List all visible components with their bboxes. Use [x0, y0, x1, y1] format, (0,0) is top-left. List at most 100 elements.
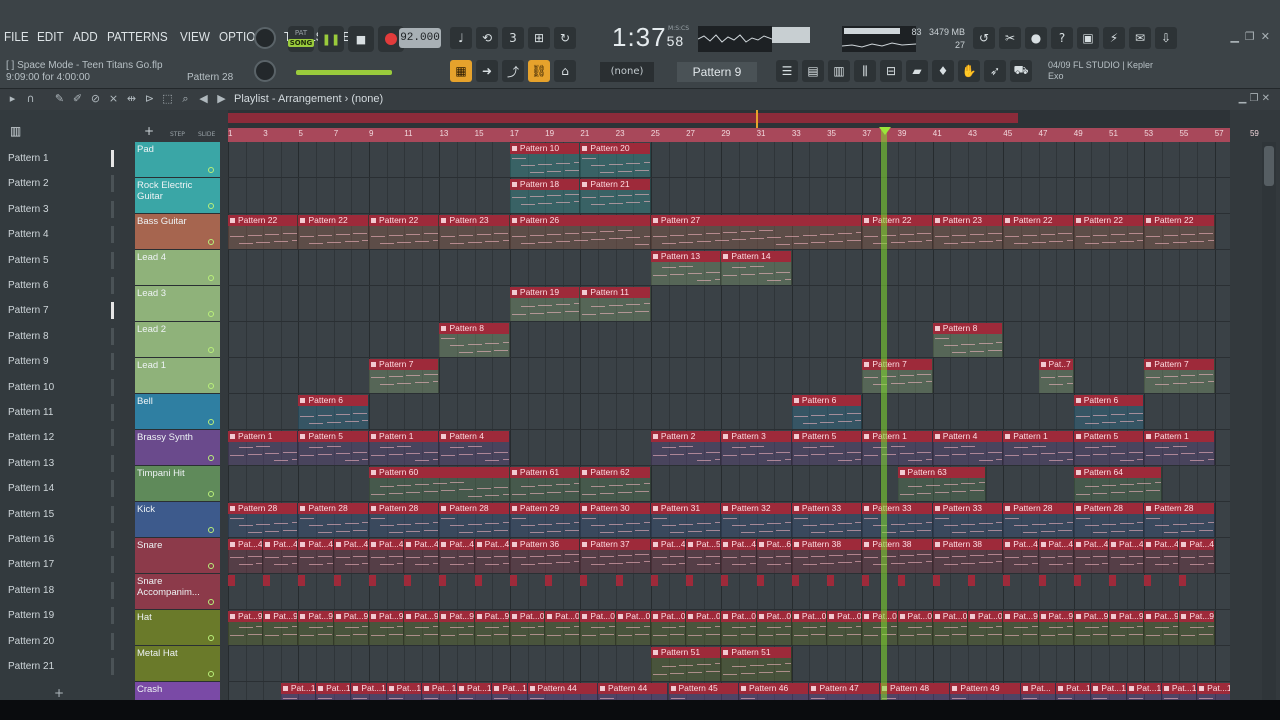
- tempo-display[interactable]: 92.000: [399, 28, 441, 48]
- playlist-minimize-icon[interactable]: ▁: [1239, 93, 1247, 104]
- playlist-clip[interactable]: Pat...1: [316, 683, 352, 700]
- playlist-clip[interactable]: Pat...0: [509, 611, 546, 645]
- vertical-scrollbar[interactable]: [1262, 142, 1276, 700]
- playlist-clip[interactable]: Pattern 44: [527, 683, 598, 700]
- playlist-clip[interactable]: Pattern 5: [1073, 431, 1145, 465]
- playlist-clip[interactable]: Pattern 23: [932, 215, 1004, 249]
- playlist-clip[interactable]: Pat...1: [492, 683, 528, 700]
- pattern-list-item[interactable]: Pattern 14: [4, 478, 114, 499]
- piano-icon[interactable]: ▥: [10, 124, 21, 138]
- pattern-list-item[interactable]: Pattern 7: [4, 300, 114, 321]
- playlist-clip[interactable]: Pattern 7: [368, 359, 440, 393]
- typing-keyboard-button[interactable]: ▦: [450, 60, 472, 82]
- playlist-clip[interactable]: Pat...0: [650, 611, 687, 645]
- link-button[interactable]: ⛓: [528, 60, 550, 82]
- delete-icon[interactable]: ⊘: [89, 92, 102, 106]
- minimize-icon[interactable]: ▁: [1230, 30, 1238, 43]
- track-mute-light[interactable]: [208, 347, 214, 353]
- playlist-clip[interactable]: Pat...9: [333, 611, 369, 645]
- playlist-clip[interactable]: Pattern 28: [1003, 503, 1074, 537]
- playlist-clip[interactable]: Pattern 51: [721, 647, 792, 681]
- track-mute-light[interactable]: [208, 203, 214, 209]
- track-mute-light[interactable]: [208, 275, 214, 281]
- pattern-selector[interactable]: Pattern 9: [677, 62, 757, 82]
- save-button[interactable]: ▣: [1077, 27, 1099, 49]
- edison-button[interactable]: ➶: [984, 60, 1006, 82]
- playlist-clip[interactable]: Pattern 33: [932, 503, 1004, 537]
- track-header[interactable]: Pad: [135, 142, 220, 178]
- playlist-clip[interactable]: Pattern 46: [738, 683, 810, 700]
- mute-icon[interactable]: ⨯: [107, 92, 120, 106]
- playlist-clip[interactable]: Pat...1: [1056, 683, 1092, 700]
- restore-icon[interactable]: ❐: [1245, 30, 1255, 43]
- pattern-list-item[interactable]: Pattern 4: [4, 224, 114, 245]
- playlist-clip[interactable]: Pat...9: [404, 611, 440, 645]
- track-header[interactable]: Lead 4: [135, 250, 220, 286]
- playlist-clip[interactable]: Pat...4: [368, 539, 405, 573]
- playlist-clip[interactable]: Pat...0: [897, 611, 933, 645]
- playlist-clip[interactable]: Pattern 28: [368, 503, 440, 537]
- add-track-icon[interactable]: +: [144, 124, 154, 138]
- playlist-clip[interactable]: Pat...9: [228, 611, 264, 645]
- magnet-icon[interactable]: ∩: [24, 92, 37, 106]
- playlist-clip[interactable]: Pat...1: [457, 683, 493, 700]
- menu-file[interactable]: FILE: [4, 29, 29, 44]
- playlist-clip[interactable]: Pattern 28: [1144, 503, 1215, 537]
- playlist-clip[interactable]: Pat...0: [686, 611, 722, 645]
- track-mute-light[interactable]: [208, 239, 214, 245]
- playlist-clip[interactable]: Pattern 22: [862, 215, 933, 249]
- playlist-clip[interactable]: Pattern 13: [650, 251, 722, 285]
- playlist-clip[interactable]: Pat...4: [1038, 539, 1074, 573]
- track-mute-light[interactable]: [208, 599, 214, 605]
- menu-view[interactable]: VIEW: [180, 29, 210, 44]
- playlist-clip[interactable]: Pattern 20: [580, 143, 651, 177]
- export-button[interactable]: ⇩: [1155, 27, 1177, 49]
- playlist-close-icon[interactable]: ✕: [1262, 93, 1270, 104]
- playlist-clip[interactable]: Pattern 36: [509, 539, 581, 573]
- playlist-clip[interactable]: Pattern 22: [228, 215, 299, 249]
- playlist-clip[interactable]: Pat...9: [263, 611, 299, 645]
- scroll-thumb[interactable]: [1264, 146, 1274, 186]
- menu-add[interactable]: ADD: [73, 29, 98, 44]
- playlist-clip[interactable]: Pattern 47: [809, 683, 880, 700]
- playlist-clip[interactable]: Pattern 1: [228, 431, 299, 465]
- playlist-clip[interactable]: Pat...1: [280, 683, 317, 700]
- chat-button[interactable]: ✉: [1129, 27, 1151, 49]
- track-mute-light[interactable]: [208, 455, 214, 461]
- pat-song-toggle[interactable]: PAT SONG: [288, 26, 314, 52]
- playlist-clip[interactable]: Pattern 11: [580, 287, 651, 321]
- pattern-list-item[interactable]: Pattern 20: [4, 631, 114, 652]
- playlist-clip[interactable]: Pat...1: [1091, 683, 1127, 700]
- pattern-list-item[interactable]: Pattern 5: [4, 250, 114, 271]
- play-arrow-button[interactable]: ➜: [476, 60, 498, 82]
- playlist-clip[interactable]: Pat...4: [650, 539, 687, 573]
- playlist-clip[interactable]: Pat...4: [298, 539, 334, 573]
- playlist-clip[interactable]: Pat...: [1020, 683, 1057, 700]
- pattern-list-item[interactable]: Pattern 1: [4, 148, 114, 169]
- track-header[interactable]: Bass Guitar: [135, 214, 220, 250]
- track-header[interactable]: Lead 2: [135, 322, 220, 358]
- slice-icon[interactable]: ⊳: [143, 92, 156, 106]
- playlist-clip[interactable]: Pat...9: [1038, 611, 1074, 645]
- track-header[interactable]: Snare Accompanim...: [135, 574, 220, 610]
- playlist-clip[interactable]: Pattern 3: [721, 431, 792, 465]
- playlist-clip[interactable]: Pattern 38: [932, 539, 1004, 573]
- playlist-clip[interactable]: Pattern 61: [509, 467, 581, 501]
- select-icon[interactable]: ⬚: [161, 92, 174, 106]
- news-panel[interactable]: 04/09 FL STUDIO | Kepler Exo: [1048, 60, 1153, 82]
- slip-icon[interactable]: ⇹: [125, 92, 138, 106]
- playlist-clip[interactable]: Pattern 14: [721, 251, 792, 285]
- track-mute-light[interactable]: [208, 563, 214, 569]
- playlist-clip[interactable]: Pattern 22: [1003, 215, 1074, 249]
- plugin-picker-button[interactable]: ♦: [932, 60, 954, 82]
- playlist-clip[interactable]: Pattern 7: [862, 359, 933, 393]
- playlist-clip[interactable]: Pat...9: [1109, 611, 1145, 645]
- project-button[interactable]: ▰: [906, 60, 928, 82]
- playlist-clip[interactable]: Pattern 28: [439, 503, 510, 537]
- playlist-clip[interactable]: Pattern 6: [1073, 395, 1145, 429]
- playlist-clip[interactable]: Pattern 33: [791, 503, 863, 537]
- playlist-clip[interactable]: Pat...1: [1197, 683, 1230, 700]
- track-header[interactable]: Timpani Hit: [135, 466, 220, 502]
- song-mode-icon[interactable]: ▶: [215, 92, 228, 106]
- playlist-clip[interactable]: Pat...0: [615, 611, 651, 645]
